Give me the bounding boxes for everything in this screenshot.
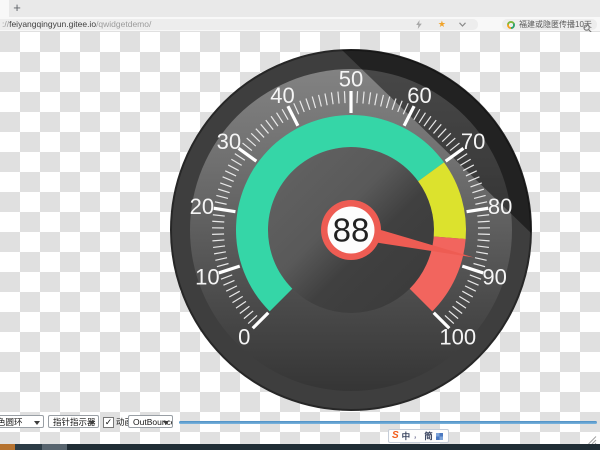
browser-toolbar: ://feiyangqingyun.gitee.io/qwidgetdemo/ …	[0, 17, 600, 32]
taskbar-item-dark[interactable]	[15, 444, 42, 450]
dropdown-arrow-icon	[89, 421, 95, 425]
address-bar[interactable]: ://feiyangqingyun.gitee.io/qwidgetdemo/ …	[0, 19, 478, 30]
value-slider[interactable]	[179, 421, 597, 424]
easing-combobox[interactable]: OutBounce	[128, 415, 173, 428]
url-text: ://feiyangqingyun.gitee.io/qwidgetdemo/	[2, 19, 151, 30]
svg-text:0: 0	[238, 324, 250, 349]
browser-window: + ://feiyangqingyun.gitee.io/qwidgetdemo…	[0, 0, 600, 450]
page-content: 010203040506070809010088 色圆环 指针指示器 ✓ 动画 …	[0, 32, 600, 444]
ime-logo-icon[interactable]: S	[392, 430, 399, 442]
taskbar-item-active[interactable]	[42, 444, 67, 450]
animation-checkbox[interactable]: ✓	[103, 417, 114, 428]
search-box[interactable]: 福建或隐匿传播10天	[502, 19, 597, 30]
svg-text:50: 50	[339, 67, 363, 92]
bookmark-star-icon[interactable]: ★	[438, 19, 446, 30]
checkmark-icon: ✓	[105, 417, 113, 427]
svg-text:40: 40	[270, 83, 294, 108]
url-domain: feiyangqingyun.gitee.io	[9, 19, 96, 29]
svg-text:30: 30	[217, 129, 241, 154]
svg-text:60: 60	[407, 83, 431, 108]
dropdown-arrow-icon	[163, 421, 169, 425]
ring-style-combobox[interactable]: 色圆环	[0, 415, 44, 428]
tab-strip: +	[0, 0, 600, 17]
ime-charset-toggle[interactable]: 简	[424, 430, 433, 442]
ring-style-combobox-label: 色圆环	[0, 417, 23, 427]
ime-language-toggle[interactable]: 中	[402, 430, 411, 442]
svg-text:10: 10	[195, 264, 219, 289]
active-tab-edge[interactable]	[0, 0, 9, 17]
taskbar-background	[67, 444, 600, 450]
url-path: /qwidgetdemo/	[96, 19, 151, 29]
ime-toolbar[interactable]: S 中 ， 简	[388, 429, 449, 443]
taskbar-item-orange[interactable]	[0, 444, 15, 450]
search-engine-logo-icon	[507, 21, 515, 29]
lightning-icon[interactable]	[415, 19, 423, 30]
svg-text:80: 80	[488, 194, 512, 219]
svg-text:70: 70	[461, 129, 485, 154]
chevron-down-icon[interactable]	[459, 19, 466, 30]
svg-text:20: 20	[190, 194, 214, 219]
ime-keyboard-grid-icon[interactable]	[436, 433, 443, 440]
new-tab-button[interactable]: +	[10, 0, 24, 17]
ime-punctuation-toggle[interactable]: ，	[413, 430, 421, 442]
search-suggestion-text: 福建或隐匿传播10天	[519, 19, 592, 30]
dropdown-arrow-icon	[34, 421, 40, 425]
svg-text:88: 88	[333, 212, 370, 249]
gauge-widget: 0 10 20 30 40 50 60 70 80 90 100 88	[165, 44, 537, 416]
taskbar	[0, 444, 600, 450]
pointer-style-combobox[interactable]: 指针指示器	[48, 415, 99, 428]
svg-text:90: 90	[482, 264, 506, 289]
svg-text:100: 100	[439, 324, 476, 349]
